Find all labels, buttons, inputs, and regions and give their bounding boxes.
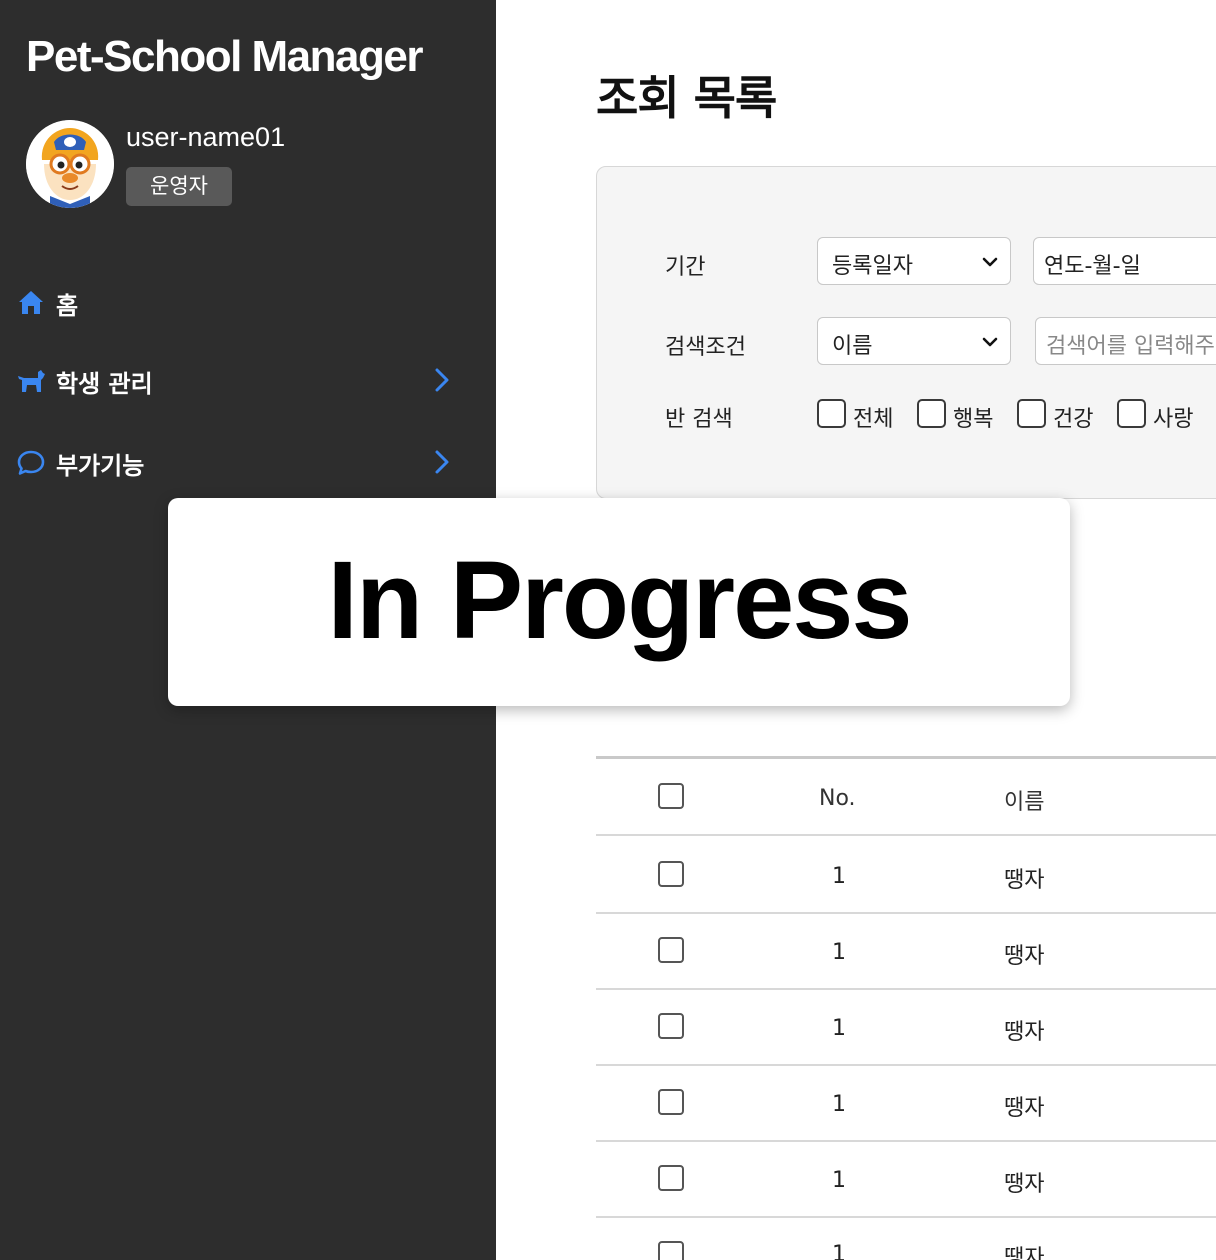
date-input-placeholder: 연도-월-일 [1044,254,1141,279]
class-checkbox-label: 행복 [953,407,994,432]
period-type-select[interactable]: 등록일자 [817,237,1011,285]
row-name: 땡자 [1004,868,1045,893]
row-name: 땡자 [1004,1020,1045,1045]
role-badge: 운영자 [126,167,232,206]
column-header-no: No. [819,786,856,811]
class-checkbox-love[interactable] [1117,399,1146,428]
row-no: 1 [832,1016,846,1041]
avatar [26,120,114,208]
dog-icon [18,370,45,392]
row-divider [596,1216,1216,1218]
sidebar-item-student-management[interactable]: 학생 관리 [0,350,496,410]
row-name: 땡자 [1004,1246,1045,1260]
sidebar-item-home[interactable]: 홈 [0,272,496,332]
search-condition-value: 이름 [832,334,873,359]
search-input-placeholder: 검색어를 입력해주 [1046,334,1215,359]
home-icon [19,291,43,314]
row-checkbox[interactable] [658,1241,684,1260]
chevron-right-icon [435,368,449,392]
row-divider [596,1140,1216,1142]
row-divider [596,912,1216,914]
sidebar-item-extra-features[interactable]: 부가기능 [0,432,496,492]
page-title: 조회 목록 [596,71,777,125]
row-no: 1 [832,1242,846,1260]
penguin-avatar-icon [26,120,114,208]
in-progress-text: In Progress [327,539,912,662]
period-type-value: 등록일자 [832,254,913,279]
class-checkbox-health[interactable] [1017,399,1046,428]
row-checkbox[interactable] [658,1013,684,1039]
row-checkbox[interactable] [658,861,684,887]
class-checkbox-label: 사랑 [1153,407,1194,432]
chevron-down-icon [982,337,998,347]
chevron-right-icon [435,450,449,474]
row-no: 1 [832,1092,846,1117]
row-checkbox[interactable] [658,937,684,963]
chat-bubble-icon [17,450,45,475]
row-name: 땡자 [1004,1096,1045,1121]
sidebar-item-label: 학생 관리 [56,370,153,398]
class-checkbox-label: 전체 [853,407,894,432]
column-header-name: 이름 [1004,790,1045,815]
search-condition-label: 검색조건 [665,335,746,360]
table-top-border [596,756,1216,759]
user-name: user-name01 [126,122,286,152]
period-label: 기간 [665,255,706,280]
date-input[interactable]: 연도-월-일 [1033,237,1216,285]
row-checkbox[interactable] [658,1089,684,1115]
class-search-label: 반 검색 [665,407,733,432]
select-all-checkbox[interactable] [658,783,684,809]
in-progress-overlay: In Progress [168,498,1070,706]
search-condition-select[interactable]: 이름 [817,317,1011,365]
row-no: 1 [832,1168,846,1193]
class-checkbox-label: 건강 [1053,407,1094,432]
row-divider [596,988,1216,990]
chevron-down-icon [982,257,998,267]
filter-panel: 기간 등록일자 연도-월-일 검색조건 이름 검색어를 입력해주 반 검색 전체… [596,166,1216,499]
row-divider [596,834,1216,836]
app-title: Pet-School Manager [26,32,423,81]
class-checkbox-happy[interactable] [917,399,946,428]
row-name: 땡자 [1004,944,1045,969]
class-checkbox-all[interactable] [817,399,846,428]
sidebar-item-label: 홈 [56,292,79,320]
search-input[interactable]: 검색어를 입력해주 [1035,317,1216,365]
row-no: 1 [832,864,846,889]
row-divider [596,1064,1216,1066]
row-no: 1 [832,940,846,965]
row-name: 땡자 [1004,1172,1045,1197]
sidebar-item-label: 부가기능 [56,452,145,480]
row-checkbox[interactable] [658,1165,684,1191]
